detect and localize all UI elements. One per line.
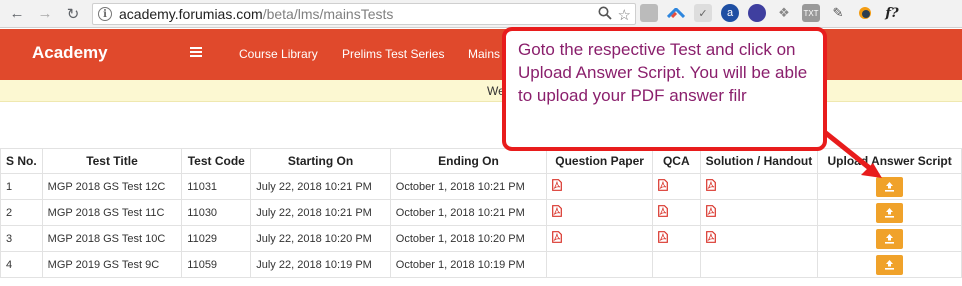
cell-test-title: MGP 2018 GS Test 10C [41, 225, 183, 252]
cell-test-code: 11029 [181, 225, 252, 252]
table-row: 2 MGP 2018 GS Test 11C 11030 July 22, 2018 … [0, 199, 962, 226]
cell-test-title: MGP 2018 GS Test 12C [41, 173, 183, 200]
extension-mail-icon[interactable]: ✓ [694, 4, 712, 22]
instruction-callout: Goto the respective Test and click on Up… [502, 27, 827, 151]
extension-palette-icon[interactable] [856, 4, 874, 22]
extension-eyedropper-icon[interactable]: ✎ [829, 4, 847, 22]
upload-answer-script-button[interactable] [876, 176, 904, 197]
search-icon[interactable] [598, 6, 612, 25]
header-question-paper: Question Paper [546, 148, 653, 174]
cell-test-title: MGP 2018 GS Test 11C [41, 199, 183, 226]
cell-qca [651, 225, 701, 252]
upload-answer-script-button[interactable] [876, 202, 904, 223]
cell-sno: 3 [0, 225, 43, 252]
cell-starting-on: July 22, 2018 10:19 PM [250, 251, 391, 278]
cell-upload-answer-script [817, 199, 962, 226]
reload-icon[interactable]: ↻ [62, 3, 84, 25]
header-sno: S No. [0, 148, 43, 174]
cell-sno: 4 [0, 251, 43, 278]
upload-icon [885, 259, 895, 270]
extension-icons: ✓ a ❖ TXT ✎ f? [640, 4, 901, 22]
extension-a-icon[interactable]: a [721, 4, 739, 22]
cell-question-paper [546, 225, 653, 252]
bookmark-star-icon[interactable]: ☆ [618, 8, 631, 23]
upload-answer-script-button[interactable] [876, 228, 904, 249]
cell-ending-on: October 1, 2018 10:21 PM [389, 173, 548, 200]
upload-icon [885, 207, 895, 218]
pdf-icon[interactable] [552, 205, 563, 217]
cell-starting-on: July 22, 2018 10:21 PM [250, 199, 391, 226]
pdf-icon[interactable] [658, 205, 668, 217]
upload-icon [885, 233, 895, 244]
cell-upload-answer-script [817, 173, 962, 200]
cell-question-paper [546, 199, 653, 226]
extension-drive-icon[interactable] [640, 4, 658, 22]
header-starting-on: Starting On [250, 148, 391, 174]
cell-question-paper [546, 173, 653, 200]
table-row: 1 MGP 2018 GS Test 12C 11031 July 22, 2018 … [0, 173, 962, 200]
info-icon[interactable]: i [98, 7, 112, 21]
cell-ending-on: October 1, 2018 10:21 PM [389, 199, 548, 226]
cell-upload-answer-script [817, 251, 962, 278]
cell-ending-on: October 1, 2018 10:19 PM [389, 251, 548, 278]
menu-icon[interactable] [190, 47, 202, 57]
extension-dropbox-icon[interactable]: ❖ [775, 4, 793, 22]
cell-qca [651, 199, 701, 226]
nav-mains[interactable]: Mains [468, 47, 500, 61]
nav-prelims-test-series[interactable]: Prelims Test Series [342, 47, 444, 61]
url-path: /beta/lms/mainsTests [262, 6, 394, 22]
pdf-icon[interactable] [705, 205, 716, 217]
extension-circle-icon[interactable] [748, 4, 766, 22]
cell-starting-on: July 22, 2018 10:20 PM [250, 225, 391, 252]
forward-icon[interactable]: → [34, 3, 56, 25]
upload-answer-script-button[interactable] [876, 254, 904, 275]
cell-starting-on: July 22, 2018 10:21 PM [250, 173, 391, 200]
table-row: 3 MGP 2018 GS Test 10C 11029 July 22, 2018 … [0, 225, 962, 252]
table-row: 4 MGP 2019 GS Test 9C 11059 July 22, 2018 1… [0, 251, 962, 278]
back-icon[interactable]: ← [6, 3, 28, 25]
header-upload-answer-script: Upload Answer Script [817, 148, 962, 174]
table-body: 1 MGP 2018 GS Test 12C 11031 July 22, 2018 … [0, 173, 962, 278]
table-header-row: S No. Test Title Test Code Starting On E… [0, 148, 962, 174]
cell-test-code: 11031 [181, 173, 252, 200]
cell-upload-answer-script [817, 225, 962, 252]
extension-rainbow-icon[interactable] [667, 4, 685, 22]
cell-solution-handout [699, 251, 819, 278]
cell-test-code: 11030 [181, 199, 252, 226]
address-bar[interactable]: i academy.forumias.com/beta/lms/mainsTes… [92, 3, 636, 25]
upload-icon [885, 181, 895, 192]
cell-test-code: 11059 [181, 251, 252, 278]
cell-qca [651, 173, 701, 200]
callout-text: Goto the respective Test and click on Up… [518, 40, 808, 105]
pdf-icon[interactable] [552, 231, 563, 243]
pdf-icon[interactable] [705, 179, 716, 191]
pdf-icon[interactable] [552, 179, 563, 191]
cell-qca [651, 251, 701, 278]
cell-solution-handout [699, 225, 819, 252]
cell-sno: 1 [0, 173, 43, 200]
cell-solution-handout [699, 173, 819, 200]
cell-test-title: MGP 2019 GS Test 9C [41, 251, 183, 278]
extension-f-icon[interactable]: f? [883, 4, 901, 22]
pdf-icon[interactable] [658, 179, 668, 191]
cell-solution-handout [699, 199, 819, 226]
url-host: academy.forumias.com [119, 6, 263, 22]
nav-course-library[interactable]: Course Library [239, 47, 318, 61]
cell-sno: 2 [0, 199, 43, 226]
cell-ending-on: October 1, 2018 10:20 PM [389, 225, 548, 252]
header-test-title: Test Title [41, 148, 183, 174]
header-qca: QCA [651, 148, 701, 174]
pdf-icon[interactable] [658, 231, 668, 243]
header-solution-handout: Solution / Handout [699, 148, 819, 174]
brand-logo-text[interactable]: Academy [32, 43, 108, 63]
mains-tests-table: S No. Test Title Test Code Starting On E… [0, 148, 962, 278]
extension-txt-icon[interactable]: TXT [802, 4, 820, 22]
pdf-icon[interactable] [705, 231, 716, 243]
header-ending-on: Ending On [389, 148, 548, 174]
cell-question-paper [546, 251, 653, 278]
header-test-code: Test Code [181, 148, 252, 174]
